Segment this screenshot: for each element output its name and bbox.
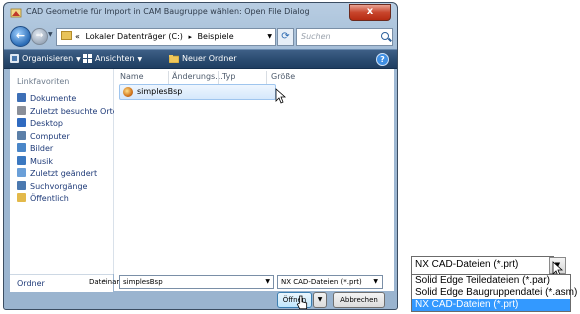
favorites-pane: Linkfavoriten Dokumente Zuletzt besuchte … (10, 69, 118, 274)
filetype-dropdown[interactable]: NX CAD-Dateien (*.prt) (411, 256, 554, 275)
recent-places-icon (17, 105, 26, 115)
filename-value: simplesBsp (123, 278, 163, 286)
search-input[interactable]: Suchen (296, 28, 393, 46)
column-divider[interactable] (218, 71, 219, 84)
help-icon[interactable]: ? (376, 53, 389, 66)
filetype-dropdown-value: NX CAD-Dateien (*.prt) (415, 259, 519, 270)
nav-item[interactable]: Dokumente (17, 93, 76, 105)
filename-input[interactable]: simplesBsp ▼ (119, 275, 274, 289)
column-divider[interactable] (168, 71, 169, 84)
nav-item[interactable]: Zuletzt geändert (17, 168, 97, 180)
breadcrumb-separator: ▸ (188, 33, 192, 41)
nav-item-label: Desktop (30, 119, 63, 128)
address-bar[interactable]: « Lokaler Datenträger (C:) ▸ Beispiele ▼ (56, 28, 276, 46)
chevron-down-icon: ▼ (76, 56, 81, 63)
nav-item[interactable]: Zuletzt besuchte Orte (17, 105, 118, 118)
filetype-options-list: Solid Edge Teiledateien (*.par) Solid Ed… (411, 274, 577, 312)
file-list-pane: Name Änderungs... Typ Größe simplesBsp (114, 69, 394, 291)
column-header-size[interactable]: Größe (271, 72, 295, 81)
chevron-down-icon: ▼ (137, 56, 143, 63)
organize-button[interactable]: Organisieren ▼ (10, 52, 81, 66)
history-dropdown-icon[interactable]: ▼ (48, 31, 53, 38)
desktop-icon (17, 118, 26, 127)
command-toolbar: Organisieren ▼ Ansichten ▼ Neuer Ordner ? (4, 49, 397, 69)
address-prefix: « (75, 32, 80, 41)
hand-pointer-icon (296, 295, 308, 309)
refresh-button[interactable]: ⟳ (277, 28, 294, 46)
back-button[interactable]: ← (10, 26, 31, 47)
nav-item[interactable]: Suchvorgänge (17, 180, 88, 193)
nav-item-label: Computer (30, 131, 70, 141)
column-header-modified[interactable]: Änderungs... (172, 72, 223, 81)
pictures-icon (17, 143, 26, 152)
open-options-button[interactable]: ▼ (313, 292, 327, 308)
nav-item[interactable]: Desktop (17, 118, 63, 130)
chevron-down-icon: ▼ (317, 296, 323, 303)
app-icon (10, 8, 22, 18)
cancel-button[interactable]: Abbrechen (333, 292, 385, 308)
nav-item-label: Zuletzt besuchte Orte (30, 106, 118, 116)
music-icon (17, 155, 26, 165)
arrow-left-icon: ← (15, 29, 26, 42)
favorites-heading: Linkfavoriten (17, 77, 70, 86)
arrow-right-icon: → (35, 31, 44, 41)
filetype-select[interactable]: NX CAD-Dateien (*.prt) ▼ (277, 275, 383, 289)
public-folder-icon (17, 193, 26, 202)
nav-item-label: Dokumente (30, 94, 77, 103)
title-bar: CAD Geometrie für Import in CAM Baugrupp… (4, 3, 397, 23)
mouse-pointer-icon (275, 88, 287, 104)
refresh-icon: ⟳ (281, 31, 290, 42)
filetype-option-highlighted[interactable]: NX CAD-Dateien (*.prt) (412, 299, 570, 311)
documents-icon (17, 93, 26, 102)
file-list-item[interactable]: simplesBsp (119, 84, 276, 100)
column-header-type[interactable]: Typ (222, 72, 235, 81)
address-dropdown-icon[interactable]: ▼ (267, 29, 272, 45)
views-button[interactable]: Ansichten ▼ (83, 52, 142, 66)
nav-item-label: Bilder (30, 144, 54, 153)
dialog-footer: Dateiname: simplesBsp ▼ NX CAD-Dateien (… (4, 274, 397, 309)
search-icon[interactable] (381, 32, 389, 40)
nav-item-label: Musik (30, 156, 53, 166)
column-header-name[interactable]: Name (120, 72, 144, 81)
nav-item-label: Suchvorgänge (30, 181, 88, 191)
file-name: simplesBsp (137, 87, 183, 96)
forward-button[interactable]: → (31, 28, 48, 45)
column-divider[interactable] (266, 71, 267, 84)
breadcrumb-folder[interactable]: Beispiele (198, 32, 234, 41)
filetype-option[interactable]: Solid Edge Teiledateien (*.par) (412, 275, 570, 287)
nav-item[interactable]: Bilder (17, 143, 53, 155)
computer-icon (17, 130, 26, 140)
breadcrumb-drive[interactable]: Lokaler Datenträger (C:) (85, 32, 182, 41)
filetype-option[interactable]: Solid Edge Baugruppendatei (*.asm) (412, 287, 577, 299)
open-file-dialog: CAD Geometrie für Import in CAM Baugrupp… (3, 2, 398, 310)
folder-icon (61, 31, 72, 40)
navigation-row: ← → ▼ « Lokaler Datenträger (C:) ▸ Beisp… (4, 24, 397, 48)
new-folder-button[interactable]: Neuer Ordner (169, 52, 237, 66)
recently-changed-icon (17, 168, 26, 177)
views-label: Ansichten (95, 54, 135, 63)
nav-item-label: Zuletzt geändert (30, 169, 98, 178)
search-placeholder: Suchen (301, 32, 331, 41)
organize-icon (10, 54, 19, 63)
views-icon (83, 54, 92, 63)
chevron-down-icon[interactable]: ▼ (265, 276, 270, 288)
nav-item[interactable]: Öffentlich (17, 193, 69, 205)
organize-label: Organisieren (22, 54, 74, 63)
chevron-down-icon[interactable]: ▼ (373, 276, 378, 288)
nav-item[interactable]: Musik (17, 155, 53, 168)
new-folder-icon (169, 55, 179, 63)
new-folder-label: Neuer Ordner (182, 54, 237, 63)
searches-icon (17, 180, 26, 190)
nx-part-file-icon (123, 87, 133, 97)
window-title: CAD Geometrie für Import in CAM Baugrupp… (26, 7, 310, 16)
nav-item-label: Öffentlich (30, 194, 69, 203)
filetype-value: NX CAD-Dateien (*.prt) (281, 278, 362, 286)
nav-item[interactable]: Computer (17, 130, 70, 143)
close-button[interactable]: x (349, 4, 391, 21)
